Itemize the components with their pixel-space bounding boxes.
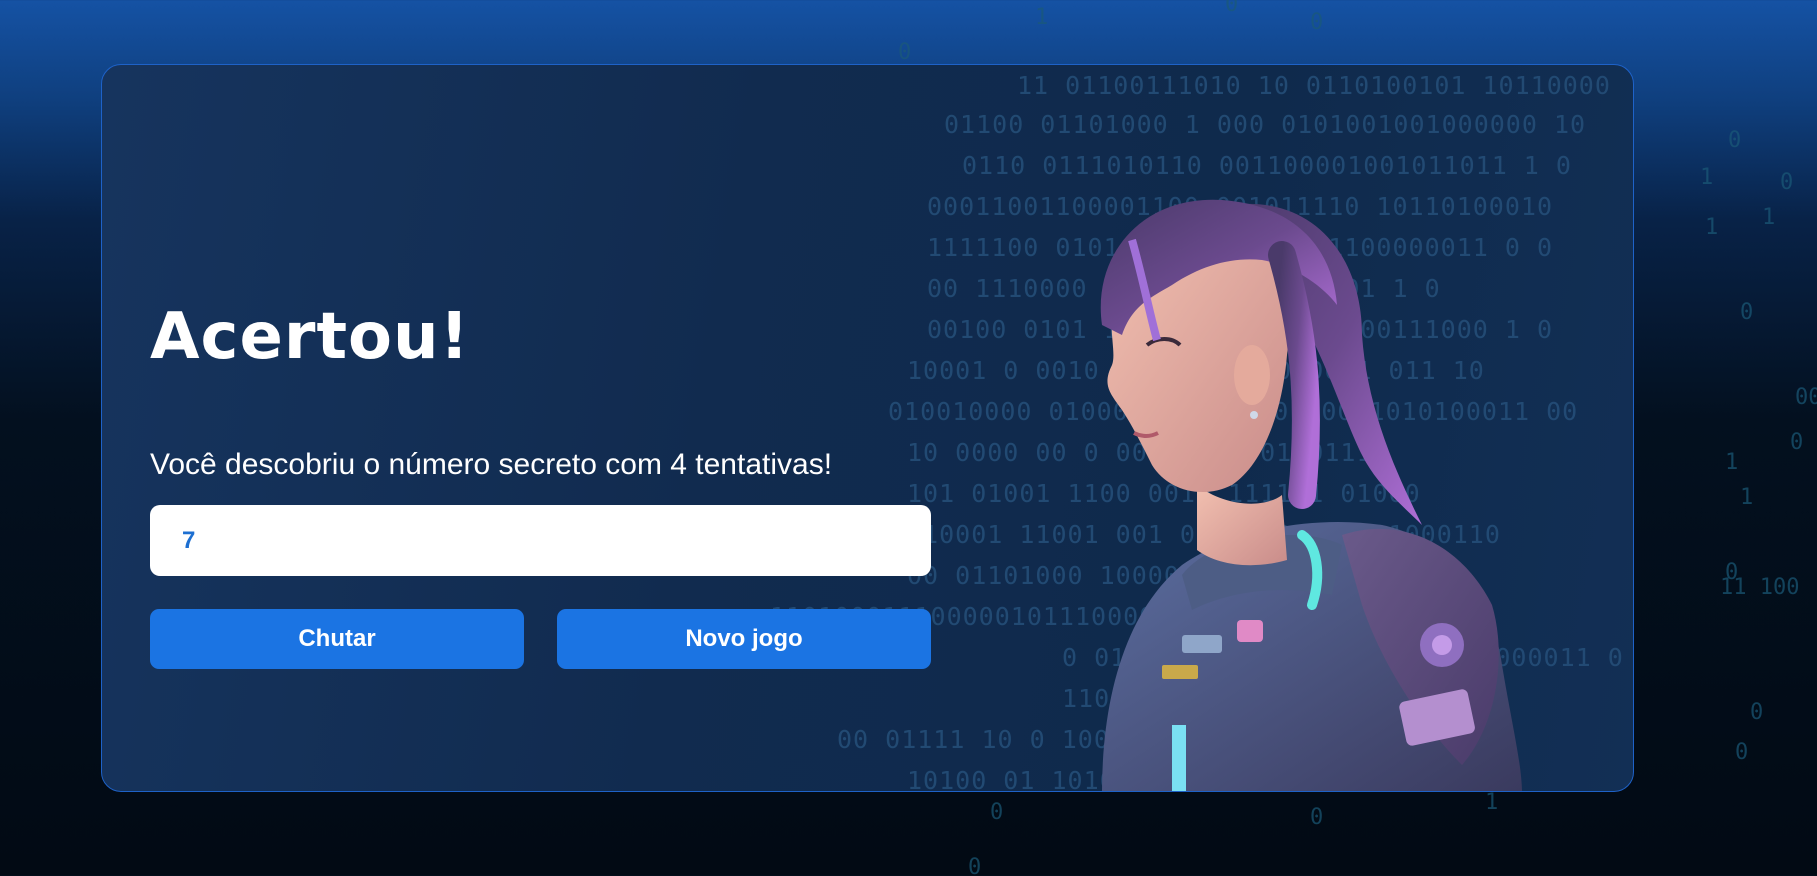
new-game-button[interactable]: Novo jogo bbox=[557, 609, 931, 669]
action-buttons: Chutar Novo jogo bbox=[150, 609, 931, 669]
result-message: Você descobriu o número secreto com 4 te… bbox=[150, 448, 833, 481]
cyber-girl-avatar-icon bbox=[1100, 199, 1522, 791]
guess-button[interactable]: Chutar bbox=[150, 609, 524, 669]
guess-input[interactable] bbox=[150, 505, 931, 576]
result-title: Acertou! bbox=[150, 300, 470, 374]
result-panel: Acertou! Você descobriu o número secreto… bbox=[150, 305, 931, 669]
game-card: 11 01100111010 10 0110100101 10110000 01… bbox=[101, 64, 1634, 792]
